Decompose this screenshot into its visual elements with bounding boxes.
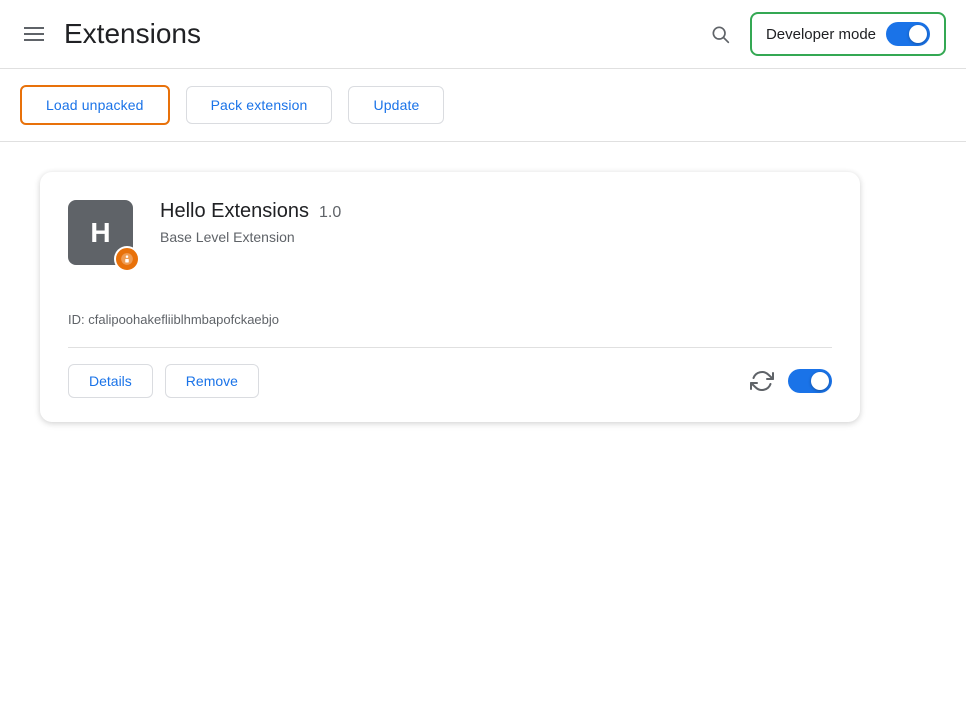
load-unpacked-button[interactable]: Load unpacked xyxy=(20,85,170,125)
extension-id: ID: cfalipoohakefliiblhmbapofckaebjo xyxy=(68,312,832,327)
remove-button[interactable]: Remove xyxy=(165,364,259,398)
search-icon[interactable] xyxy=(702,16,738,52)
header: Extensions Developer mode xyxy=(0,0,966,69)
extension-icon-wrap: H xyxy=(68,200,140,272)
main-content: H Hello Extensions 1.0 Base Level Extens… xyxy=(0,142,966,452)
card-bottom-right xyxy=(750,369,832,393)
extension-card: H Hello Extensions 1.0 Base Level Extens… xyxy=(40,172,860,422)
reload-icon[interactable] xyxy=(750,369,774,393)
update-button[interactable]: Update xyxy=(348,86,444,124)
extension-version: 1.0 xyxy=(319,204,341,222)
developer-mode-label: Developer mode xyxy=(766,26,876,43)
toolbar: Load unpacked Pack extension Update xyxy=(0,69,966,142)
details-button[interactable]: Details xyxy=(68,364,153,398)
extension-description: Base Level Extension xyxy=(160,229,832,245)
card-top: H Hello Extensions 1.0 Base Level Extens… xyxy=(68,200,832,272)
extension-name: Hello Extensions xyxy=(160,200,309,223)
pack-extension-button[interactable]: Pack extension xyxy=(186,86,333,124)
hamburger-icon[interactable] xyxy=(20,23,48,45)
developer-mode-box: Developer mode xyxy=(750,12,946,56)
extension-badge xyxy=(114,246,140,272)
extension-toggle[interactable] xyxy=(788,369,832,393)
developer-mode-toggle[interactable] xyxy=(886,22,930,46)
extension-icon-letter: H xyxy=(90,217,110,249)
header-right: Developer mode xyxy=(702,12,946,56)
extension-name-row: Hello Extensions 1.0 xyxy=(160,200,832,223)
header-left: Extensions xyxy=(20,18,201,50)
extension-info: Hello Extensions 1.0 Base Level Extensio… xyxy=(160,200,832,245)
card-bottom: Details Remove xyxy=(68,347,832,398)
page-title: Extensions xyxy=(64,18,201,50)
